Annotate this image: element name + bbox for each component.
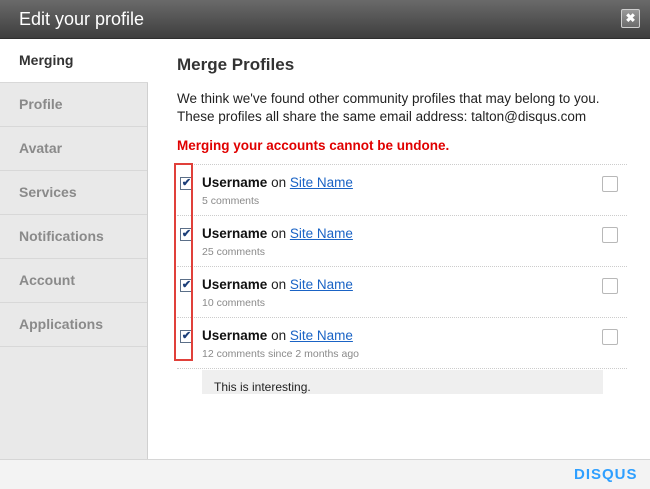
profile-line: Username on Site Name [202, 175, 353, 190]
site-name-link[interactable]: Site Name [290, 277, 353, 292]
site-name-link[interactable]: Site Name [290, 328, 353, 343]
warning-text: Merging your accounts cannot be undone. [177, 138, 450, 153]
sidebar-item-profile[interactable]: Profile [0, 83, 147, 127]
comment-count: 5 comments [202, 195, 260, 207]
profile-line: Username on Site Name [202, 328, 353, 343]
checkbox-highlight-box [174, 163, 193, 361]
sidebar-item-notifications[interactable]: Notifications [0, 215, 147, 259]
close-icon[interactable]: ✖ [621, 9, 640, 28]
on-label: on [271, 226, 287, 241]
username: Username [202, 277, 268, 292]
select-checkbox[interactable] [602, 278, 618, 294]
sidebar-item-account[interactable]: Account [0, 259, 147, 303]
on-label: on [271, 328, 287, 343]
profile-line: Username on Site Name [202, 277, 353, 292]
comment-preview: This is interesting. [202, 370, 603, 394]
comment-count: 12 comments since 2 months ago [202, 348, 359, 360]
sidebar-item-applications[interactable]: Applications [0, 303, 147, 347]
footer: DISQUS [0, 459, 650, 489]
username: Username [202, 328, 268, 343]
list-item: ✔ Username on Site Name 12 comments sinc… [177, 318, 627, 369]
select-checkbox[interactable] [602, 329, 618, 345]
page-title: Merge Profiles [177, 55, 295, 74]
select-checkbox[interactable] [602, 227, 618, 243]
comment-count: 10 comments [202, 297, 266, 309]
window-title: Edit your profile [19, 9, 145, 29]
sidebar: Merging Profile Avatar Services Notifica… [0, 39, 148, 459]
site-name-link[interactable]: Site Name [290, 175, 353, 190]
list-item: ✔ Username on Site Name 25 comments [177, 216, 627, 267]
site-name-link[interactable]: Site Name [290, 226, 353, 241]
username: Username [202, 175, 268, 190]
select-checkbox[interactable] [602, 176, 618, 192]
list-item: ✔ Username on Site Name 10 comments [177, 267, 627, 318]
main-panel: Merge Profiles We think we've found othe… [177, 39, 627, 394]
list-item: ✔ Username on Site Name 5 comments [177, 165, 627, 216]
sidebar-item-services[interactable]: Services [0, 171, 147, 215]
profile-list: ✔ Username on Site Name 5 comments ✔ Use… [177, 164, 627, 369]
on-label: on [271, 175, 287, 190]
on-label: on [271, 277, 287, 292]
comment-count: 25 comments [202, 246, 266, 258]
preview-text: This is interesting. [214, 380, 311, 394]
sidebar-item-avatar[interactable]: Avatar [0, 127, 147, 171]
intro-text: We think we've found other community pro… [177, 91, 600, 124]
username: Username [202, 226, 268, 241]
profile-line: Username on Site Name [202, 226, 353, 241]
sidebar-item-merging[interactable]: Merging [0, 39, 148, 83]
title-bar: Edit your profile ✖ [0, 0, 650, 39]
disqus-logo: DISQUS [574, 466, 638, 483]
